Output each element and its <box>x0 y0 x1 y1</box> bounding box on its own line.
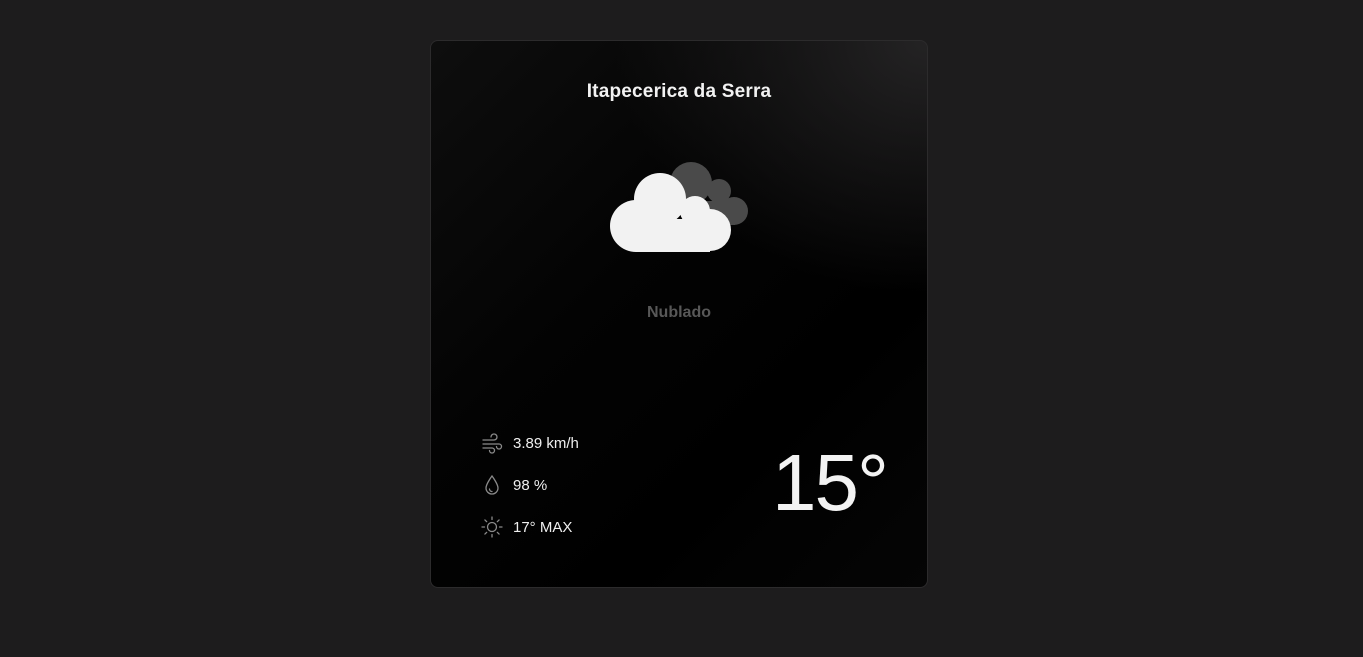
cloudy-icon <box>609 159 753 253</box>
current-temperature: 15° <box>772 438 889 527</box>
droplet-icon <box>481 474 503 496</box>
wind-icon <box>481 432 503 454</box>
weather-card: Itapecerica da Serra Nublado 3.89 km/h 9… <box>430 40 928 588</box>
weather-condition: Nublado <box>647 304 711 321</box>
sun-icon <box>481 516 503 538</box>
humidity-value: 98 % <box>513 476 548 494</box>
wind-speed: 3.89 km/h <box>513 434 579 452</box>
city-name: Itapecerica da Serra <box>586 81 772 102</box>
max-temp-stat: 17° MAX <box>481 513 579 541</box>
humidity-stat: 98 % <box>481 471 579 499</box>
wind-stat: 3.89 km/h <box>481 429 579 457</box>
weather-stats: 3.89 km/h 98 % 17° MAX <box>481 429 579 555</box>
max-temperature: 17° MAX <box>513 518 573 536</box>
